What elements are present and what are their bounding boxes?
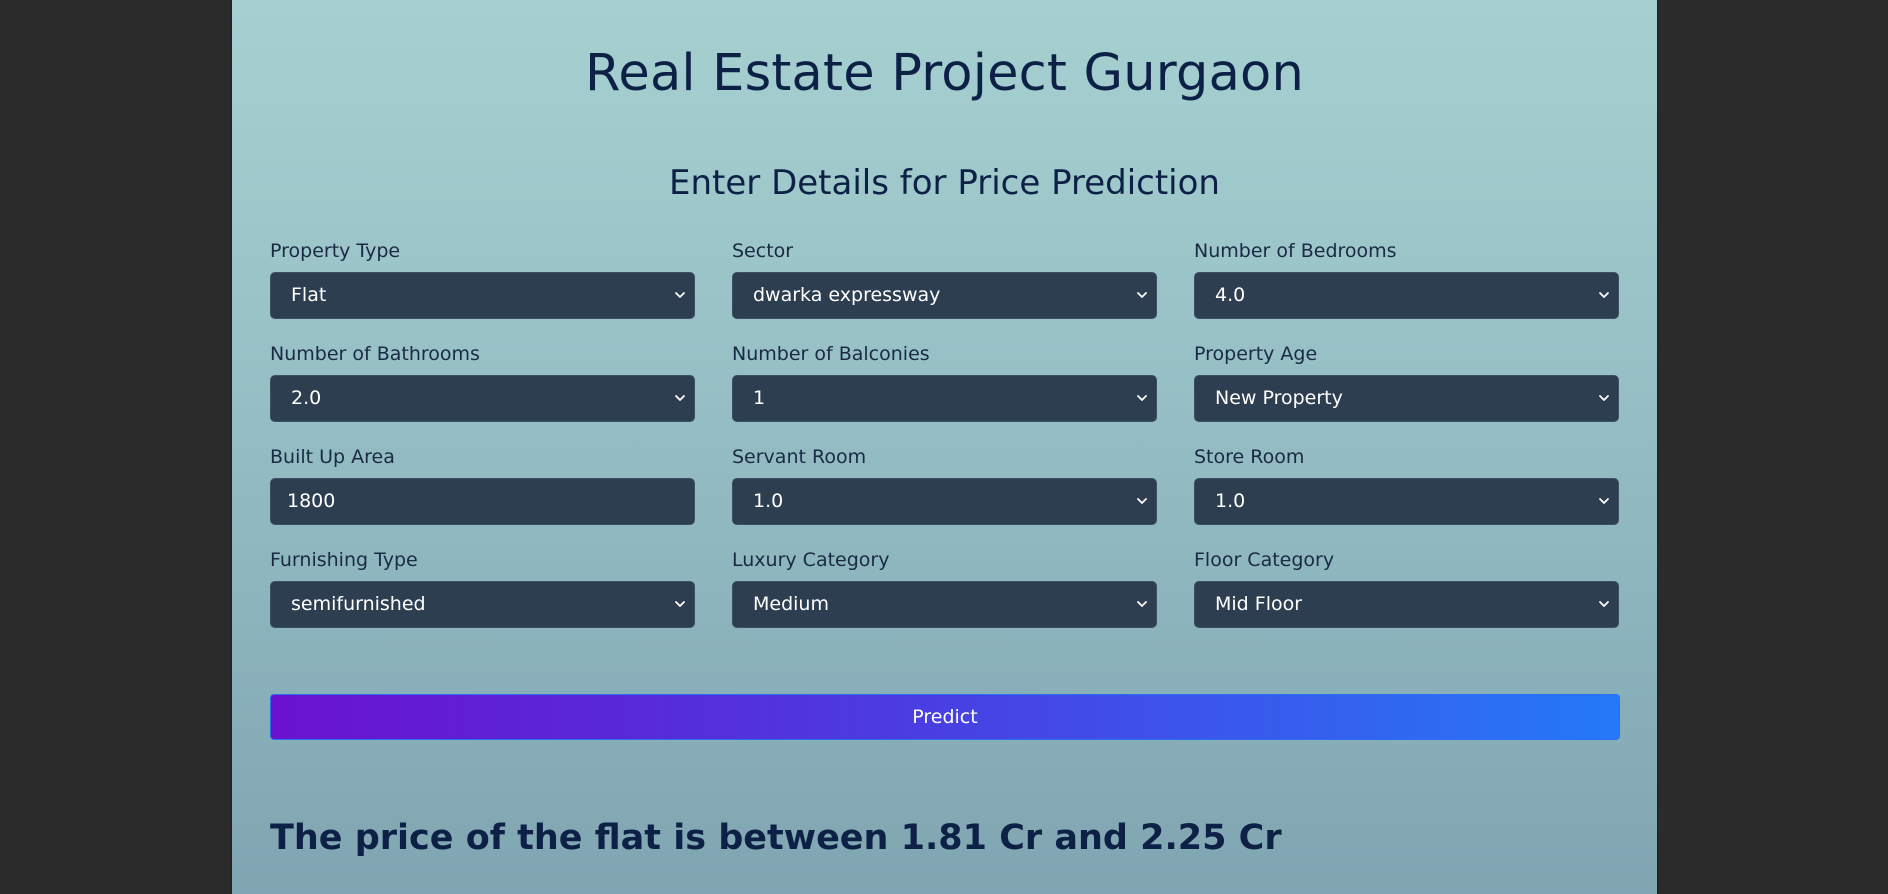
servant-room-label: Servant Room [732, 446, 867, 468]
field-property-type: Property Type Flat [270, 238, 695, 319]
luxury-category-label: Luxury Category [732, 549, 890, 571]
floor-category-value: Mid Floor [1215, 593, 1303, 615]
property-type-value: Flat [291, 284, 327, 306]
bathrooms-select[interactable]: 2.0 [270, 375, 695, 422]
store-room-value: 1.0 [1215, 490, 1246, 512]
bathrooms-label: Number of Bathrooms [270, 343, 480, 365]
balconies-label: Number of Balconies [732, 343, 930, 365]
field-bedrooms: Number of Bedrooms 4.0 [1194, 238, 1619, 319]
chevron-down-icon [675, 395, 685, 401]
property-type-label: Property Type [270, 240, 401, 262]
sector-select[interactable]: dwarka expressway [732, 272, 1157, 319]
sector-label: Sector [732, 240, 794, 262]
floor-category-label: Floor Category [1194, 549, 1335, 571]
field-floor-category: Floor Category Mid Floor [1194, 547, 1619, 628]
bedrooms-value: 4.0 [1215, 284, 1246, 306]
chevron-down-icon [1599, 498, 1609, 504]
store-room-label: Store Room [1194, 446, 1305, 468]
field-furnishing-type: Furnishing Type semifurnished [270, 547, 695, 628]
bedrooms-label: Number of Bedrooms [1194, 240, 1397, 262]
page-container: Real Estate Project Gurgaon Enter Detail… [232, 0, 1657, 894]
balconies-value: 1 [753, 387, 766, 409]
built-up-area-value: 1800 [287, 490, 336, 512]
field-servant-room: Servant Room 1.0 [732, 444, 1157, 525]
predict-button[interactable]: Predict [270, 694, 1620, 740]
luxury-category-select[interactable]: Medium [732, 581, 1157, 628]
field-sector: Sector dwarka expressway [732, 238, 1157, 319]
furnishing-type-label: Furnishing Type [270, 549, 418, 571]
chevron-down-icon [1599, 292, 1609, 298]
luxury-category-value: Medium [753, 593, 829, 615]
built-up-area-input[interactable]: 1800 [270, 478, 695, 525]
property-age-value: New Property [1215, 387, 1343, 409]
field-built-up-area: Built Up Area 1800 [270, 444, 695, 525]
field-property-age: Property Age New Property [1194, 341, 1619, 422]
property-type-select[interactable]: Flat [270, 272, 695, 319]
floor-category-select[interactable]: Mid Floor [1194, 581, 1619, 628]
store-room-select[interactable]: 1.0 [1194, 478, 1619, 525]
field-balconies: Number of Balconies 1 [732, 341, 1157, 422]
servant-room-value: 1.0 [753, 490, 784, 512]
page-title: Real Estate Project Gurgaon [585, 44, 1304, 103]
chevron-down-icon [675, 292, 685, 298]
furnishing-type-select[interactable]: semifurnished [270, 581, 695, 628]
prediction-result: The price of the flat is between 1.81 Cr… [270, 818, 1282, 858]
chevron-down-icon [1137, 395, 1147, 401]
servant-room-select[interactable]: 1.0 [732, 478, 1157, 525]
chevron-down-icon [675, 601, 685, 607]
field-bathrooms: Number of Bathrooms 2.0 [270, 341, 695, 422]
furnishing-type-value: semifurnished [291, 593, 426, 615]
field-store-room: Store Room 1.0 [1194, 444, 1619, 525]
property-age-label: Property Age [1194, 343, 1318, 365]
form-heading: Enter Details for Price Prediction [669, 163, 1220, 203]
chevron-down-icon [1137, 601, 1147, 607]
built-up-area-label: Built Up Area [270, 446, 395, 468]
balconies-select[interactable]: 1 [732, 375, 1157, 422]
chevron-down-icon [1599, 601, 1609, 607]
bedrooms-select[interactable]: 4.0 [1194, 272, 1619, 319]
prediction-form: Property Type Flat Sector dwarka express… [270, 238, 1620, 628]
field-luxury-category: Luxury Category Medium [732, 547, 1157, 628]
sector-value: dwarka expressway [753, 284, 941, 306]
bathrooms-value: 2.0 [291, 387, 322, 409]
chevron-down-icon [1599, 395, 1609, 401]
chevron-down-icon [1137, 498, 1147, 504]
property-age-select[interactable]: New Property [1194, 375, 1619, 422]
chevron-down-icon [1137, 292, 1147, 298]
